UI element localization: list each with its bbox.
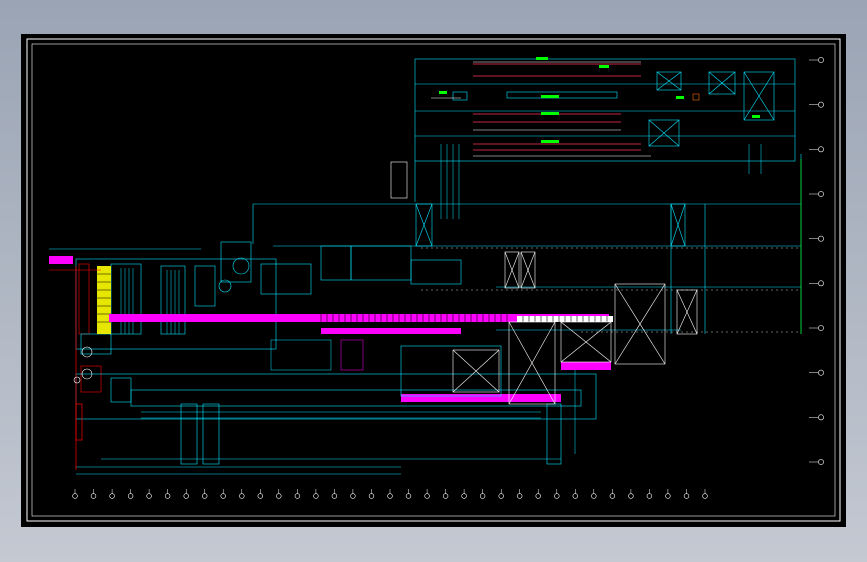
upper-conveyor-rails	[473, 63, 641, 151]
bottom-axis-bubble	[609, 493, 616, 499]
bottom-axis-bubble	[294, 493, 301, 499]
left-equipment	[75, 241, 597, 475]
bottom-grid-axes	[72, 489, 708, 499]
cad-layout-drawing	[26, 38, 841, 522]
bottom-axis-bubble	[368, 493, 375, 499]
bottom-axis-bubble	[461, 493, 467, 499]
bottom-axis-bubble	[350, 493, 356, 499]
bottom-axis-bubble	[257, 493, 264, 499]
bottom-axis-bubble	[628, 493, 634, 499]
left-stacks-cyan	[120, 268, 180, 334]
building-grid	[252, 154, 802, 334]
right-axis-bubble	[818, 191, 824, 197]
bottom-axis-bubble	[646, 493, 653, 499]
right-axis-bubble	[818, 325, 824, 331]
main-conveyors	[109, 314, 611, 402]
bottom-axis-bubble	[90, 493, 97, 499]
right-axis-bubble	[818, 57, 824, 63]
bottom-axis-bubble	[331, 493, 338, 499]
bottom-axis-bubble	[442, 493, 449, 499]
bottom-axis-bubble	[202, 493, 208, 499]
bottom-axis-bubble	[109, 493, 115, 499]
right-axis-bubble	[818, 369, 824, 376]
bottom-axis-bubble	[665, 493, 671, 499]
bottom-axis-bubble	[239, 493, 245, 499]
right-grid-axes	[809, 57, 824, 465]
bottom-axis-bubble	[498, 493, 504, 499]
outer-frame	[26, 38, 841, 522]
bottom-axis-bubble	[683, 493, 690, 499]
vertical-stanchions-top	[440, 144, 762, 219]
bottom-axis-bubble	[572, 493, 578, 499]
bottom-axis-bubble	[220, 493, 226, 499]
bottom-axis-bubble	[479, 493, 486, 499]
right-axis-bubble	[818, 280, 824, 287]
bottom-axis-bubble	[72, 493, 78, 499]
yellow-stack	[97, 266, 111, 334]
bottom-axis-bubble	[183, 493, 189, 499]
right-axis-bubble	[818, 146, 824, 153]
left-circles	[73, 346, 93, 384]
bottom-axis-bubble	[146, 493, 152, 499]
inner-frame	[31, 43, 836, 517]
bottom-axis-bubble	[517, 493, 523, 499]
bottom-axis-bubble	[164, 493, 171, 499]
upper-plan-block	[390, 58, 796, 202]
right-axis-bubble	[818, 459, 824, 465]
bottom-axis-bubble	[591, 493, 597, 499]
bottom-axis-bubble	[127, 493, 134, 499]
bottom-axis-bubble	[702, 493, 708, 499]
right-axis-bubble	[818, 414, 824, 421]
bottom-axis-bubble	[313, 493, 319, 499]
drawing-canvas[interactable]	[21, 34, 846, 527]
infeed-conveyor	[49, 248, 201, 271]
bottom-axis-bubble	[276, 493, 282, 499]
bottom-axis-bubble	[405, 493, 412, 499]
bottom-axis-bubble	[535, 493, 541, 499]
right-axis-bubble	[818, 101, 824, 108]
white-roller-conveyor	[517, 316, 613, 322]
right-axis-bubble	[818, 235, 824, 242]
bottom-axis-bubble	[424, 493, 430, 499]
bottom-axis-bubble	[387, 493, 393, 499]
bottom-axis-bubble	[554, 493, 560, 499]
